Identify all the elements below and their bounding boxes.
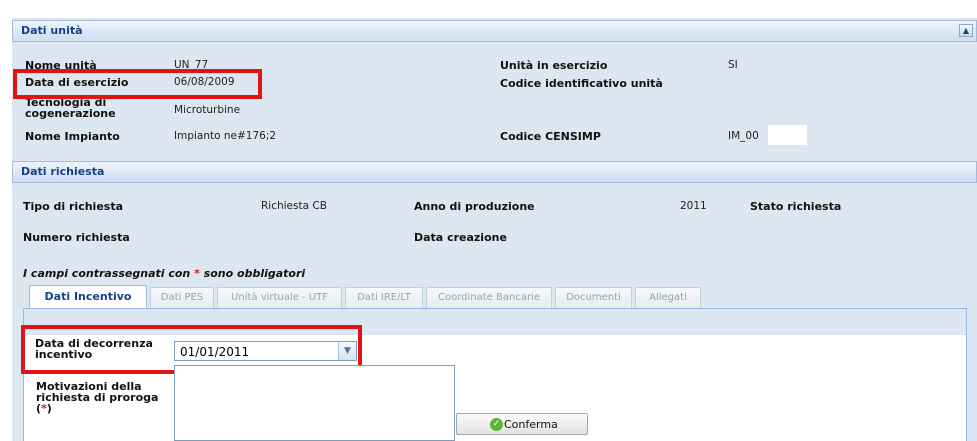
value-nome-impianto: Impianto ne#176;2	[174, 130, 277, 142]
label-nome-impianto: Nome Impianto	[25, 130, 120, 143]
note-suffix: sono obbligatori	[199, 267, 306, 280]
value-tecnologia: Microturbine	[174, 104, 241, 116]
section-header-dati-richiesta[interactable]: Dati richiesta	[12, 161, 977, 183]
tab-dati-pes[interactable]: Dati PES	[150, 287, 214, 309]
confirm-button[interactable]: ✓ Conferma	[456, 413, 588, 435]
section-title: Dati richiesta	[21, 165, 105, 178]
label-codice-censimp: Codice CENSIMP	[500, 130, 601, 143]
label-motivazioni-line3: (*)	[36, 403, 158, 414]
redaction-mask	[768, 125, 807, 145]
label-data-creazione: Data creazione	[414, 231, 507, 244]
label-tipo-richiesta: Tipo di richiesta	[23, 200, 124, 213]
highlight-data-esercizio	[13, 69, 262, 99]
note-prefix: I campi contrassegnati con	[23, 267, 195, 280]
required-fields-note: I campi contrassegnati con * sono obblig…	[23, 267, 305, 280]
section-header-dati-unita[interactable]: Dati unità ▲	[12, 20, 977, 42]
label-motivazioni-line2: richiesta di proroga	[36, 391, 159, 404]
motivazioni-textarea[interactable]	[174, 365, 455, 441]
value-anno-produzione: 2011	[680, 200, 707, 212]
tab-allegati[interactable]: Allegati	[635, 287, 701, 309]
label-tecnologia-line2: cogenerazione	[25, 107, 116, 120]
paren-close: )	[46, 402, 52, 415]
label-anno-produzione: Anno di produzione	[414, 200, 535, 213]
tab-bar: Dati Incentivo Dati PES Unità virtuale -…	[23, 285, 967, 309]
tab-coordinate-bancarie[interactable]: Coordinate Bancarie	[426, 287, 552, 309]
value-codice-censimp: IM_00	[728, 130, 759, 142]
label-tecnologia: Tecnologia di cogenerazione	[25, 97, 116, 119]
confirm-label: Conferma	[504, 418, 558, 431]
tab-dati-ire-lt[interactable]: Dati IRE/LT	[345, 287, 423, 309]
tab-dati-incentivo[interactable]: Dati Incentivo	[29, 285, 147, 309]
section-title: Dati unità	[21, 24, 83, 37]
tab-documenti[interactable]: Documenti	[555, 287, 632, 309]
label-stato-richiesta: Stato richiesta	[750, 200, 842, 213]
confirm-check-icon: ✓	[490, 418, 503, 431]
value-unita-esercizio: SI	[728, 59, 738, 71]
label-unita-esercizio: Unità in esercizio	[500, 59, 608, 72]
label-numero-richiesta: Numero richiesta	[23, 231, 130, 244]
tab-unita-virtuale[interactable]: Unità virtuale - UTF	[217, 287, 342, 309]
label-codice-identificativo: Codice identificativo unità	[500, 77, 663, 90]
value-tipo-richiesta: Richiesta CB	[261, 200, 327, 212]
label-motivazioni: Motivazioni della richiesta di proroga (…	[36, 381, 158, 414]
collapse-up-icon[interactable]: ▲	[959, 24, 973, 37]
